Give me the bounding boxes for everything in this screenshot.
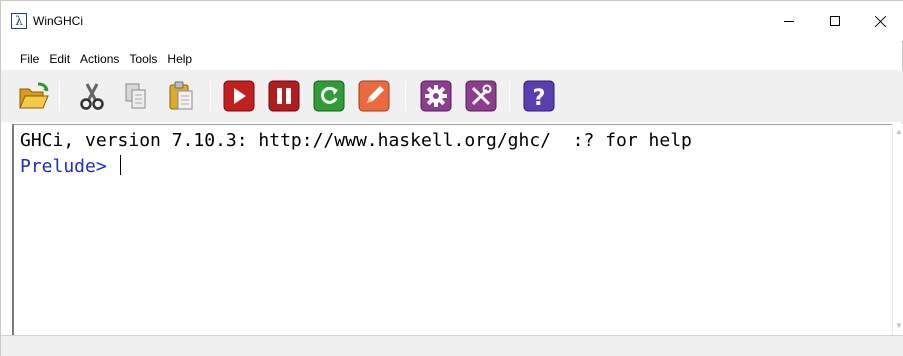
title-bar[interactable]: λ WinGHCi (1, 1, 903, 41)
edit-button[interactable] (357, 79, 391, 113)
toolbar-separator (405, 81, 406, 111)
tools-icon (465, 80, 497, 112)
open-icon (19, 82, 49, 109)
console-output[interactable]: GHCi, version 7.10.3: http://www.haskell… (12, 124, 892, 335)
prompt-label: Prelude> (20, 156, 118, 177)
vertical-scrollbar[interactable]: ▲ ▼ (892, 124, 903, 335)
pause-button[interactable] (267, 79, 301, 113)
console-banner: GHCi, version 7.10.3: http://www.haskell… (20, 130, 692, 151)
window-title: WinGHCi (33, 14, 83, 28)
menu-edit[interactable]: Edit (44, 49, 75, 69)
toolbar-separator (509, 81, 510, 111)
run-button[interactable] (222, 79, 256, 113)
paste-icon (169, 81, 193, 110)
status-bar (1, 335, 903, 356)
svg-text:?: ? (533, 86, 546, 111)
run-icon (223, 80, 255, 112)
open-button[interactable] (17, 79, 51, 113)
help-button[interactable]: ? (522, 79, 556, 113)
winghci-window: λ WinGHCi File Edit Actions Tools Help ?… (0, 0, 903, 356)
copy-button[interactable] (119, 79, 153, 113)
cut-button[interactable] (75, 79, 109, 113)
scroll-down-icon[interactable]: ▼ (895, 322, 903, 330)
minimize-button[interactable] (766, 1, 812, 41)
maximize-button[interactable] (812, 1, 858, 41)
edit-icon (358, 80, 390, 112)
settings-icon (420, 80, 452, 112)
toolbar: ? (1, 70, 903, 122)
copy-icon (125, 83, 146, 109)
menu-help[interactable]: Help (162, 49, 197, 69)
scroll-up-icon[interactable]: ▲ (895, 128, 903, 136)
help-icon: ? (523, 80, 555, 112)
console-prompt-line[interactable]: Prelude> (20, 155, 121, 179)
settings-button[interactable] (419, 79, 453, 113)
tools-button[interactable] (464, 79, 498, 113)
minimize-icon (784, 20, 794, 22)
close-icon (875, 15, 887, 27)
paste-button[interactable] (164, 79, 198, 113)
menu-bar: File Edit Actions Tools Help (1, 49, 197, 69)
menu-actions[interactable]: Actions (75, 49, 124, 69)
cut-icon (80, 83, 104, 110)
lambda-app-icon: λ (11, 13, 27, 29)
reload-icon (313, 80, 345, 112)
maximize-icon (830, 16, 840, 26)
close-button[interactable] (858, 1, 903, 41)
toolbar-separator (210, 81, 211, 111)
menu-file[interactable]: File (15, 49, 44, 69)
text-cursor (119, 155, 121, 175)
reload-button[interactable] (312, 79, 346, 113)
toolbar-separator (59, 81, 60, 111)
pause-icon (268, 80, 300, 112)
menu-tools[interactable]: Tools (124, 49, 162, 69)
